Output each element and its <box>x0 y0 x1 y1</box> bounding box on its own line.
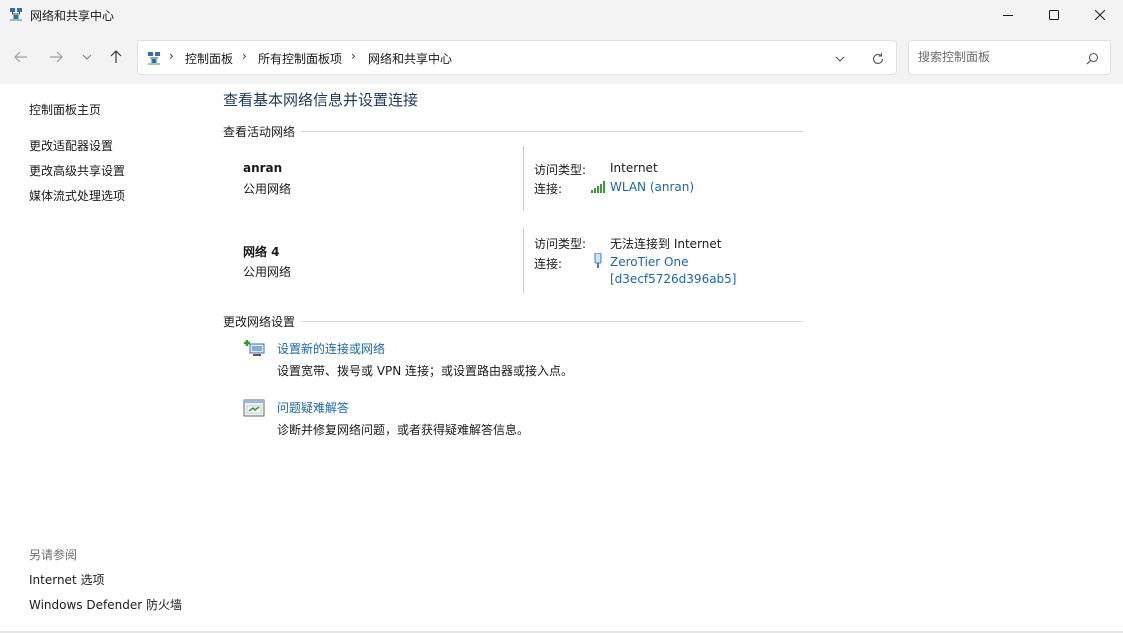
up-button[interactable] <box>106 47 126 67</box>
breadcrumb-all-items[interactable]: 所有控制面板项 <box>258 50 342 67</box>
sidebar-link-media-streaming[interactable]: 媒体流式处理选项 <box>29 187 125 204</box>
change-settings-section: 更改网络设置 <box>222 313 803 330</box>
network-adapter-icon <box>594 252 602 272</box>
back-button[interactable] <box>11 47 31 67</box>
refresh-icon <box>872 53 884 64</box>
access-type-label: 访问类型: <box>534 163 587 177</box>
breadcrumb-separator[interactable]: › <box>351 49 356 63</box>
arrow-up-icon <box>110 50 122 63</box>
active-networks-section: 查看活动网络 <box>222 123 803 140</box>
breadcrumb-control-panel[interactable]: 控制面板 <box>185 50 233 67</box>
access-type-label: 访问类型: <box>534 237 587 251</box>
wifi-signal-icon <box>591 181 607 196</box>
setup-connection-link[interactable]: 设置新的连接或网络 <box>277 340 385 357</box>
sidebar-link-advanced-sharing[interactable]: 更改高级共享设置 <box>29 162 125 179</box>
chevron-down-icon <box>82 54 92 60</box>
close-icon <box>1095 10 1105 20</box>
search-icon <box>1086 52 1098 64</box>
see-also-label: 另请参阅 <box>29 548 78 562</box>
arrow-left-icon <box>14 51 27 63</box>
connection-link-zerotier[interactable]: ZeroTier One <box>610 255 688 269</box>
section-divider <box>222 131 803 132</box>
connection-label: 连接: <box>534 182 563 196</box>
setup-connection-description: 设置宽带、拨号或 VPN 连接；或设置路由器或接入点。 <box>277 364 574 378</box>
recent-locations-button[interactable] <box>77 47 97 67</box>
sidebar-link-adapter-settings[interactable]: 更改适配器设置 <box>29 137 113 154</box>
troubleshoot-description: 诊断并修复网络问题，或者获得疑难解答信息。 <box>277 423 530 437</box>
navigation-bar: › 控制面板 › 所有控制面板项 › 网络和共享中心 <box>0 30 1123 84</box>
breadcrumb-separator[interactable]: › <box>242 49 247 63</box>
left-pane: 控制面板主页 更改适配器设置 更改高级共享设置 媒体流式处理选项 另请参阅 In… <box>0 84 210 633</box>
connection-link-wlan[interactable]: WLAN (anran) <box>610 180 694 194</box>
troubleshoot-link[interactable]: 问题疑难解答 <box>277 399 349 416</box>
section-label: 更改网络设置 <box>223 313 302 330</box>
network-name: 网络 4 <box>243 245 280 259</box>
address-dropdown-button[interactable] <box>832 52 848 66</box>
search-button[interactable] <box>1084 50 1100 66</box>
forward-button[interactable] <box>46 47 66 67</box>
network-divider <box>523 228 524 293</box>
page-title: 查看基本网络信息并设置连接 <box>223 91 419 109</box>
sidebar-link-control-panel-home[interactable]: 控制面板主页 <box>29 101 101 118</box>
access-type-value: 无法连接到 Internet <box>610 237 722 251</box>
maximize-button[interactable] <box>1031 0 1077 30</box>
title-bar[interactable]: 网络和共享中心 <box>0 0 1123 30</box>
sidebar-link-internet-options[interactable]: Internet 选项 <box>29 571 104 588</box>
network-icon <box>9 7 23 21</box>
network-name: anran <box>243 161 283 175</box>
troubleshoot-icon <box>243 399 267 419</box>
chevron-down-icon <box>835 56 845 62</box>
network-category: 公用网络 <box>243 265 292 279</box>
search-input[interactable] <box>918 50 1078 64</box>
network-category: 公用网络 <box>243 182 292 196</box>
minimize-icon <box>1003 15 1013 16</box>
address-bar[interactable]: › 控制面板 › 所有控制面板项 › 网络和共享中心 <box>137 40 897 75</box>
section-divider <box>222 321 803 322</box>
breadcrumb-network-center[interactable]: 网络和共享中心 <box>368 50 452 67</box>
breadcrumb-separator[interactable]: › <box>169 49 174 63</box>
control-panel-icon <box>147 51 161 65</box>
network-divider <box>523 146 524 211</box>
search-box[interactable] <box>908 40 1111 75</box>
maximize-icon <box>1049 10 1059 20</box>
arrow-right-icon <box>50 51 63 63</box>
new-connection-icon <box>243 339 267 359</box>
refresh-button[interactable] <box>870 51 886 67</box>
sidebar-link-firewall[interactable]: Windows Defender 防火墙 <box>29 596 182 613</box>
window-title: 网络和共享中心 <box>30 9 115 23</box>
minimize-button[interactable] <box>985 0 1031 30</box>
section-label: 查看活动网络 <box>223 123 302 140</box>
connection-link-zerotier-id[interactable]: [d3ecf5726d396ab5] <box>610 272 737 286</box>
access-type-value: Internet <box>610 161 658 175</box>
connection-label: 连接: <box>534 257 563 271</box>
close-button[interactable] <box>1077 0 1123 30</box>
